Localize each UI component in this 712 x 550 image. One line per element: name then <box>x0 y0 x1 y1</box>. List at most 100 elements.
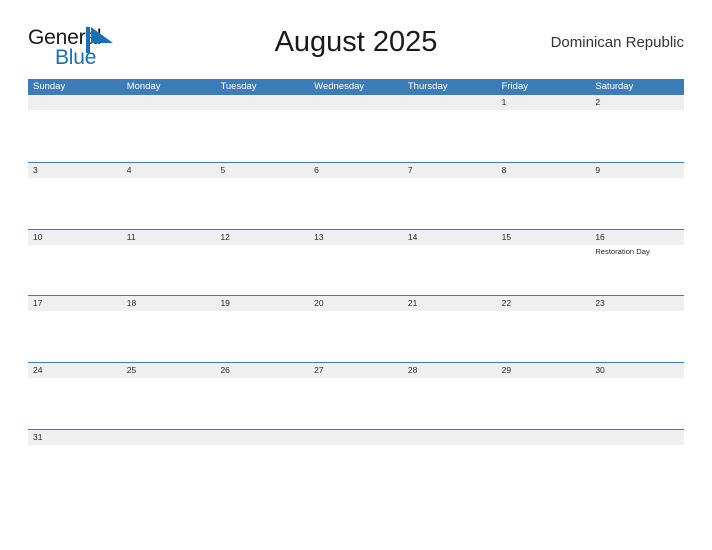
day-number <box>309 429 403 445</box>
calendar-day-cell[interactable]: 12 <box>215 229 310 296</box>
calendar-day-cell[interactable]: 11 <box>121 229 216 296</box>
day-number: 8 <box>496 162 591 178</box>
day-number <box>309 95 403 110</box>
weekday-header-tuesday: Tuesday <box>220 81 257 92</box>
day-number: 23 <box>590 296 685 312</box>
day-number <box>121 429 216 445</box>
calendar-day-cell-empty[interactable] <box>215 95 310 162</box>
day-events: Restoration Day <box>590 245 684 257</box>
holiday-label: Restoration Day <box>595 246 650 256</box>
weekday-header-sunday: Sunday <box>33 81 66 92</box>
calendar-day-cell[interactable]: 14 <box>402 229 497 296</box>
calendar-day-cell[interactable]: 24 <box>28 363 122 429</box>
day-number: 30 <box>590 363 685 379</box>
calendar-day-cell-empty[interactable] <box>402 95 497 162</box>
calendar-day-cell-empty[interactable] <box>121 95 216 162</box>
calendar-day-cell-empty[interactable] <box>121 429 216 496</box>
calendar-week-row: 10 11 12 13 14 15 16 Restoration Day <box>28 228 685 296</box>
day-number: 20 <box>309 296 403 312</box>
calendar-day-cell[interactable]: 2 <box>590 95 685 162</box>
day-number <box>121 95 216 110</box>
calendar-day-cell[interactable]: 5 <box>215 162 310 229</box>
calendar-day-cell[interactable]: 15 <box>496 229 591 296</box>
calendar-day-cell[interactable]: 7 <box>402 162 497 229</box>
calendar-week-row: 24 25 26 27 28 29 30 <box>28 362 685 429</box>
calendar-day-cell[interactable]: 19 <box>215 296 310 362</box>
day-number: 19 <box>215 296 310 312</box>
day-number <box>402 95 497 110</box>
day-number <box>215 95 310 110</box>
calendar-day-cell[interactable]: 16 Restoration Day <box>590 229 685 296</box>
weekday-header-monday: Monday <box>126 81 161 92</box>
day-number: 24 <box>28 363 122 379</box>
weekday-header-wednesday: Wednesday <box>314 81 365 92</box>
calendar-day-cell[interactable]: 3 <box>28 162 122 229</box>
calendar-day-cell-empty[interactable] <box>309 95 403 162</box>
calendar-day-cell[interactable]: 13 <box>309 229 403 296</box>
day-number: 29 <box>496 363 591 379</box>
calendar-page: General Blue August 2025 Dominican Repub… <box>0 0 712 550</box>
day-number: 11 <box>121 229 216 245</box>
calendar-day-cell-empty[interactable] <box>496 429 591 496</box>
day-number: 21 <box>402 296 497 312</box>
calendar-day-cell[interactable]: 26 <box>215 363 310 429</box>
calendar-day-cell[interactable]: 23 <box>590 296 685 362</box>
calendar-day-cell[interactable]: 1 <box>496 95 591 162</box>
day-number: 15 <box>496 229 591 245</box>
day-number: 18 <box>121 296 216 312</box>
day-number <box>590 429 685 445</box>
calendar-day-cell[interactable]: 4 <box>121 162 216 229</box>
day-number: 4 <box>121 162 216 178</box>
calendar-week-row: 31 <box>28 428 685 496</box>
weekday-header-row: Sunday Monday Tuesday Wednesday Thursday Frid… <box>28 79 684 95</box>
calendar-day-cell[interactable]: 27 <box>309 363 403 429</box>
day-number: 31 <box>28 429 122 445</box>
calendar-day-cell[interactable]: 30 <box>590 363 685 429</box>
day-number <box>28 95 122 110</box>
calendar-day-cell[interactable]: 20 <box>309 296 403 362</box>
day-number <box>496 429 591 445</box>
day-number: 25 <box>121 363 216 379</box>
calendar-day-cell-empty[interactable] <box>590 429 685 496</box>
page-header: General Blue August 2025 Dominican Repub… <box>28 22 684 72</box>
day-number: 2 <box>590 95 685 110</box>
calendar-day-cell-empty[interactable] <box>402 429 497 496</box>
day-number: 1 <box>496 95 591 110</box>
calendar-week-row: 12 <box>28 95 685 162</box>
day-number: 3 <box>28 162 122 178</box>
day-number: 17 <box>28 296 122 312</box>
calendar-day-cell[interactable]: 25 <box>121 363 216 429</box>
calendar-day-cell[interactable]: 18 <box>121 296 216 362</box>
calendar-day-cell[interactable]: 22 <box>496 296 591 362</box>
day-number: 22 <box>496 296 591 312</box>
weekday-header-saturday: Saturday <box>595 81 634 92</box>
calendar-week-row: 17 18 19 20 21 22 23 <box>28 295 685 362</box>
day-number: 16 <box>590 229 685 245</box>
calendar-day-cell[interactable]: 10 <box>28 229 122 296</box>
day-number: 9 <box>590 162 685 178</box>
day-number: 26 <box>215 363 310 379</box>
calendar-weeks: 1 2 3 4 5 6 7 8 9 10 11 12 13 14 15 16 Restoration Day 17… <box>28 95 685 496</box>
day-number <box>402 429 497 445</box>
calendar-day-cell[interactable]: 17 <box>28 296 122 362</box>
calendar-day-cell[interactable]: 21 <box>402 296 497 362</box>
day-number: 28 <box>402 363 497 379</box>
calendar-day-cell-empty[interactable] <box>215 429 310 496</box>
calendar-day-cell[interactable]: 9 <box>590 162 685 229</box>
calendar-day-cell[interactable]: 31 <box>28 429 122 496</box>
calendar-day-cell[interactable]: 28 <box>402 363 497 429</box>
day-number: 27 <box>309 363 403 379</box>
day-number: 12 <box>215 229 310 245</box>
calendar-day-cell[interactable]: 8 <box>496 162 591 229</box>
calendar-day-cell[interactable]: 6 <box>309 162 403 229</box>
day-number: 5 <box>215 162 310 178</box>
day-number: 6 <box>309 162 403 178</box>
day-number: 14 <box>402 229 497 245</box>
day-number: 7 <box>402 162 497 178</box>
calendar-day-cell-empty[interactable] <box>309 429 403 496</box>
region-label: Dominican Republic <box>550 34 684 51</box>
calendar-day-cell[interactable]: 29 <box>496 363 591 429</box>
calendar-week-row: 3456789 <box>28 161 685 229</box>
day-number: 10 <box>28 229 122 245</box>
calendar-day-cell-empty[interactable] <box>28 95 122 162</box>
